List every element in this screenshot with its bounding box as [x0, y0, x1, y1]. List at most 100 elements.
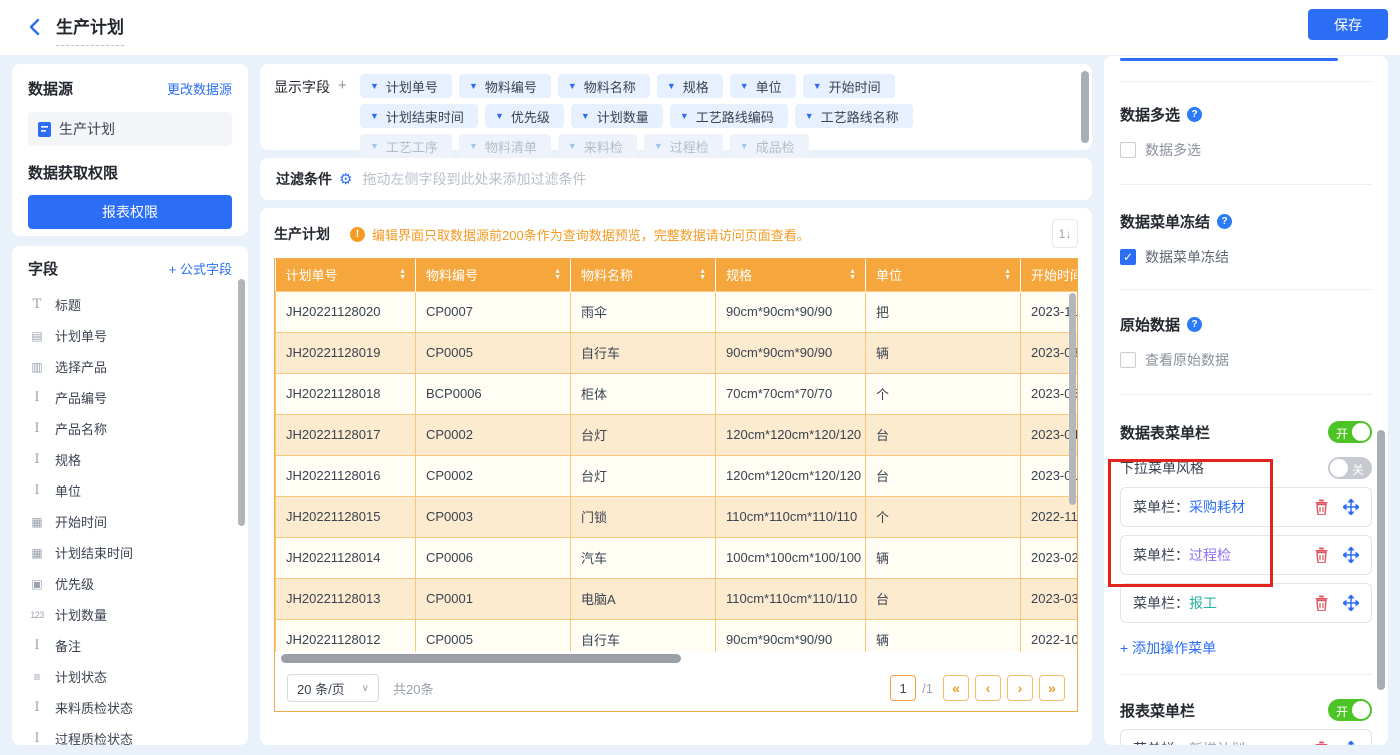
delete-icon[interactable] [1314, 499, 1329, 515]
field-list-item[interactable]: I 产品编号 [28, 382, 232, 413]
total-count-label: 共20条 [393, 679, 433, 698]
change-datasource-link[interactable]: 更改数据源 [167, 79, 232, 98]
warning-icon: ! [350, 227, 365, 242]
add-display-field-icon[interactable]: + [338, 77, 347, 140]
chip-label: 成品检 [756, 137, 795, 156]
menu-bar-item[interactable]: 菜单栏： 过程检 [1120, 535, 1372, 575]
field-label: 优先级 [55, 574, 94, 593]
multi-select-checkbox[interactable] [1120, 142, 1136, 158]
column-header[interactable]: 单位 ▲▼ [866, 259, 1021, 291]
sort-icon[interactable]: ▲▼ [849, 269, 856, 281]
datasource-item[interactable]: 生产计划 [28, 112, 232, 146]
table-cell: 电脑A [571, 578, 716, 619]
move-icon[interactable] [1343, 547, 1359, 563]
add-action-menu-link[interactable]: + 添加操作菜单 [1120, 638, 1216, 658]
move-icon[interactable] [1343, 741, 1359, 745]
display-fields-scrollbar[interactable] [1081, 71, 1089, 143]
display-field-chip[interactable]: ▼ 优先级 [485, 104, 564, 128]
table-vertical-scrollbar[interactable] [1069, 293, 1076, 505]
menu-item-value[interactable]: 报工 [1189, 593, 1217, 613]
menu-item-value[interactable]: 过程检 [1189, 545, 1231, 565]
field-list-item[interactable]: I 规格 [28, 444, 232, 475]
display-field-chip[interactable]: ▼ 物料编号 [459, 74, 551, 98]
table-row[interactable]: JH20221128017CP0002台灯120cm*120cm*120/120… [276, 414, 1078, 455]
column-header[interactable]: 计划单号 ▲▼ [276, 259, 416, 291]
display-field-chip[interactable]: ▼ 计划数量 [571, 104, 663, 128]
table-row[interactable]: JH20221128012CP0005自行车90cm*90cm*90/90辆20… [276, 619, 1078, 652]
display-field-chip[interactable]: ▼ 计划结束时间 [360, 104, 478, 128]
save-button[interactable]: 保存 [1308, 9, 1388, 40]
menu-bar-item[interactable]: 菜单栏： 报工 [1120, 583, 1372, 623]
column-header[interactable]: 规格 ▲▼ [716, 259, 866, 291]
page-size-select[interactable]: 20 条/页 ∨ [287, 674, 379, 702]
move-icon[interactable] [1343, 499, 1359, 515]
dropdown-style-toggle[interactable]: 关 [1328, 457, 1372, 479]
fields-scrollbar[interactable] [238, 279, 245, 526]
menu-bar-item[interactable]: 菜单栏： 新增计划 [1120, 729, 1372, 745]
move-icon[interactable] [1343, 595, 1359, 611]
column-header[interactable]: 物料编号 ▲▼ [416, 259, 571, 291]
menu-freeze-checkbox[interactable]: ✓ [1120, 249, 1136, 265]
gear-icon[interactable]: ⚙ [339, 170, 352, 188]
help-icon[interactable]: ? [1217, 214, 1232, 229]
field-list-item[interactable]: ▤ 计划单号 [28, 320, 232, 351]
display-field-chip[interactable]: ▼ 工艺路线编码 [670, 104, 788, 128]
menu-item-value[interactable]: 新增计划 [1189, 739, 1245, 745]
table-horizontal-scrollbar[interactable] [281, 654, 681, 663]
field-list-item[interactable]: ▦ 计划结束时间 [28, 537, 232, 568]
pager-last-button[interactable]: » [1039, 675, 1065, 701]
table-row[interactable]: JH20221128019CP0005自行车90cm*90cm*90/90辆20… [276, 332, 1078, 373]
sort-order-button[interactable]: 1↓ [1052, 219, 1078, 248]
add-formula-field-link[interactable]: + 公式字段 [169, 259, 232, 278]
sort-icon[interactable]: ▲▼ [699, 269, 706, 281]
delete-icon[interactable] [1314, 741, 1329, 745]
field-list-item[interactable]: ≡ 计划状态 [28, 661, 232, 692]
pager-first-button[interactable]: « [943, 675, 969, 701]
field-list-item[interactable]: I 过程质检状态 [28, 723, 232, 745]
pager-next-button[interactable]: › [1007, 675, 1033, 701]
permission-section-title: 数据获取权限 [28, 162, 232, 183]
field-list-item[interactable]: 123 计划数量 [28, 599, 232, 630]
text-icon: I [28, 452, 46, 467]
display-field-chip[interactable]: ▼ 工艺路线名称 [795, 104, 913, 128]
table-row[interactable]: JH20221128013CP0001电脑A110cm*110cm*110/11… [276, 578, 1078, 619]
field-list-item[interactable]: T 标题 [28, 289, 232, 320]
display-field-chip[interactable]: ▼ 开始时间 [803, 74, 895, 98]
settings-scrollbar[interactable] [1377, 430, 1385, 690]
delete-icon[interactable] [1314, 547, 1329, 563]
field-list-item[interactable]: ▣ 优先级 [28, 568, 232, 599]
table-menubar-toggle[interactable]: 开 [1328, 421, 1372, 443]
field-list-item[interactable]: I 单位 [28, 475, 232, 506]
back-icon[interactable] [26, 17, 44, 37]
menu-item-value[interactable]: 采购耗材 [1189, 497, 1245, 517]
report-permission-button[interactable]: 报表权限 [28, 195, 232, 229]
column-header[interactable]: 开始时间 ▲▼ [1021, 259, 1078, 291]
display-field-chip[interactable]: ▼ 物料名称 [558, 74, 650, 98]
help-icon[interactable]: ? [1187, 317, 1202, 332]
current-page-input[interactable]: 1 [890, 675, 916, 701]
sort-icon[interactable]: ▲▼ [399, 269, 406, 281]
raw-data-checkbox[interactable] [1120, 352, 1136, 368]
table-row[interactable]: JH20221128015CP0003门锁110cm*110cm*110/110… [276, 496, 1078, 537]
field-list-item[interactable]: I 产品名称 [28, 413, 232, 444]
menu-bar-item[interactable]: 菜单栏： 采购耗材 [1120, 487, 1372, 527]
table-row[interactable]: JH20221128020CP0007雨伞90cm*90cm*90/90把202… [276, 291, 1078, 332]
pager-prev-button[interactable]: ‹ [975, 675, 1001, 701]
sort-icon[interactable]: ▲▼ [554, 269, 561, 281]
help-icon[interactable]: ? [1187, 107, 1202, 122]
field-list-item[interactable]: I 来料质检状态 [28, 692, 232, 723]
field-list-item[interactable]: ▥ 选择产品 [28, 351, 232, 382]
display-field-chip[interactable]: ▼ 规格 [657, 74, 723, 98]
field-list-item[interactable]: I 备注 [28, 630, 232, 661]
field-list-item[interactable]: ▦ 开始时间 [28, 506, 232, 537]
report-menubar-toggle[interactable]: 开 [1328, 699, 1372, 721]
delete-icon[interactable] [1314, 595, 1329, 611]
table-row[interactable]: JH20221128014CP0006汽车100cm*100cm*100/100… [276, 537, 1078, 578]
display-field-chip[interactable]: ▼ 单位 [730, 74, 796, 98]
filter-drop-placeholder[interactable]: 拖动左侧字段到此处来添加过滤条件 [362, 169, 586, 189]
sort-icon[interactable]: ▲▼ [1004, 269, 1011, 281]
table-row[interactable]: JH20221128016CP0002台灯120cm*120cm*120/120… [276, 455, 1078, 496]
column-header[interactable]: 物料名称 ▲▼ [571, 259, 716, 291]
table-row[interactable]: JH20221128018BCP0006柜体70cm*70cm*70/70个20… [276, 373, 1078, 414]
display-field-chip[interactable]: ▼ 计划单号 [360, 74, 452, 98]
